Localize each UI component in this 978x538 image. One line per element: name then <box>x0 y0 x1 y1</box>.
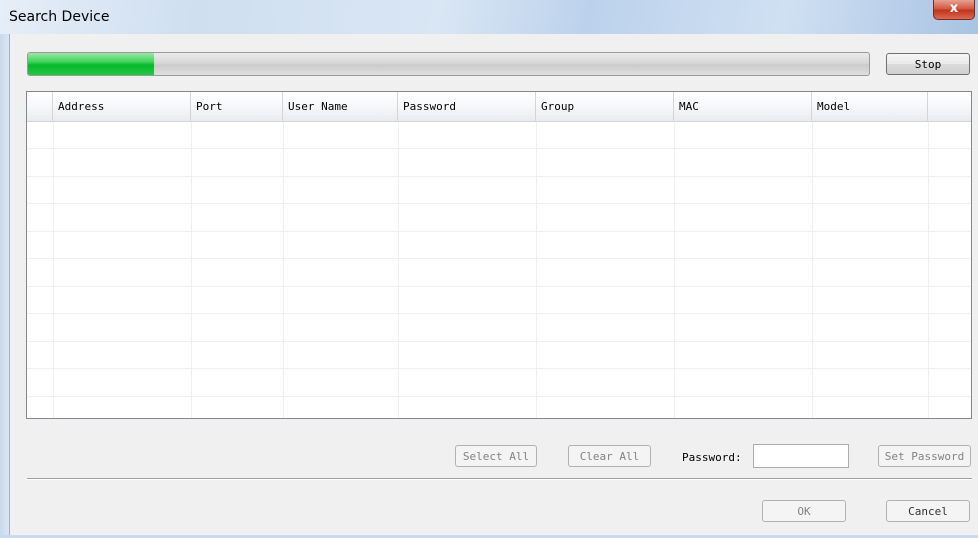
column-header-port[interactable]: Port <box>191 92 283 121</box>
column-header-selector[interactable] <box>27 92 53 121</box>
column-header-filler <box>928 92 971 121</box>
column-header-user-name[interactable]: User Name <box>283 92 398 121</box>
column-divider <box>536 122 537 418</box>
table-header: Address Port User Name Password Group MA… <box>27 92 971 122</box>
table-row[interactable] <box>27 205 971 232</box>
column-divider <box>928 122 929 418</box>
column-divider <box>191 122 192 418</box>
table-row[interactable] <box>27 287 971 314</box>
search-device-window: Search Device x Stop Address Port User N… <box>0 0 978 538</box>
select-all-button[interactable]: Select All <box>455 445 537 467</box>
title-bar[interactable]: Search Device x <box>0 0 978 34</box>
ok-button[interactable]: OK <box>762 500 846 522</box>
table-row[interactable] <box>27 370 971 397</box>
progress-fill <box>28 53 155 75</box>
window-left-border <box>0 34 9 538</box>
table-row[interactable] <box>27 150 971 177</box>
table-row[interactable] <box>27 232 971 259</box>
password-label: Password: <box>682 451 742 464</box>
column-header-group[interactable]: Group <box>536 92 674 121</box>
table-row[interactable] <box>27 122 971 149</box>
table-row[interactable] <box>27 177 971 204</box>
column-header-mac[interactable]: MAC <box>674 92 812 121</box>
column-header-password[interactable]: Password <box>398 92 536 121</box>
search-progress-bar <box>27 52 870 76</box>
column-divider <box>812 122 813 418</box>
close-icon: x <box>949 1 959 16</box>
column-divider <box>53 122 54 418</box>
cancel-button[interactable]: Cancel <box>886 500 970 522</box>
window-title: Search Device <box>9 9 110 25</box>
column-divider <box>398 122 399 418</box>
column-header-address[interactable]: Address <box>53 92 191 121</box>
stop-button[interactable]: Stop <box>886 53 970 75</box>
column-header-model[interactable]: Model <box>812 92 928 121</box>
table-row[interactable] <box>27 260 971 287</box>
device-table[interactable]: Address Port User Name Password Group MA… <box>26 91 972 419</box>
set-password-button[interactable]: Set Password <box>878 445 971 467</box>
table-row[interactable] <box>27 342 971 369</box>
footer-separator <box>27 478 972 480</box>
clear-all-button[interactable]: Clear All <box>568 445 651 467</box>
table-row[interactable] <box>27 315 971 342</box>
password-input[interactable] <box>753 444 849 468</box>
column-divider <box>674 122 675 418</box>
column-divider <box>283 122 284 418</box>
table-row[interactable] <box>27 397 971 418</box>
close-button[interactable]: x <box>933 0 975 20</box>
